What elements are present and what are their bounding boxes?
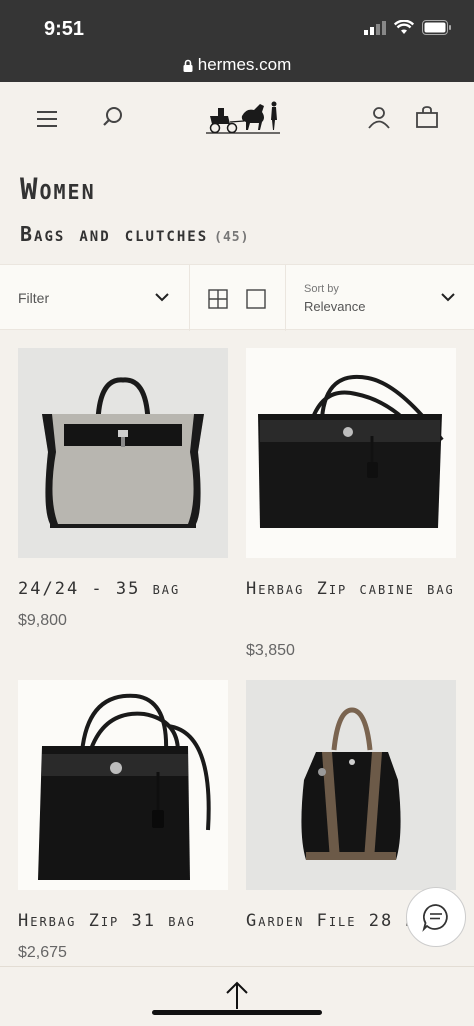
menu-button[interactable] (30, 102, 64, 136)
product-price: $9,800 (18, 612, 67, 629)
filter-label: Filter (18, 290, 50, 306)
home-indicator (152, 1010, 322, 1015)
product-image[interactable] (246, 680, 456, 890)
arrow-up-icon (226, 981, 248, 1009)
grid-view-icon[interactable] (208, 289, 228, 309)
browser-top-bar: 9:51 hermes.com (0, 0, 474, 82)
search-button[interactable] (96, 100, 130, 134)
product-count: (45) (214, 230, 250, 245)
category-name: Bags and clutches (20, 222, 209, 246)
chat-button[interactable] (406, 887, 466, 947)
shopping-bag-icon (416, 106, 438, 128)
product-price: $2,675 (18, 944, 67, 961)
sort-value: Relevance (304, 299, 366, 314)
filter-bar: Filter Sort by Relevance (0, 264, 474, 331)
site-header (0, 82, 474, 154)
scroll-top-button[interactable] (222, 979, 252, 1013)
lock-icon (183, 59, 193, 73)
bag-image (42, 377, 204, 528)
bottom-bar (0, 966, 474, 1026)
product-name[interactable]: Herbag Zip 31 bag (18, 906, 244, 936)
product-image[interactable] (246, 348, 456, 558)
search-icon (103, 107, 122, 126)
status-icons (364, 20, 452, 35)
product-image[interactable] (18, 680, 228, 890)
url-bar[interactable]: hermes.com (0, 55, 474, 75)
signal-icon (364, 20, 386, 35)
hermes-logo[interactable] (204, 94, 282, 142)
product-image[interactable] (18, 348, 228, 558)
logo (206, 101, 280, 134)
url-text: hermes.com (197, 55, 292, 74)
filter-dropdown[interactable]: Filter (0, 265, 190, 331)
product-name[interactable]: Herbag Zip cabine bag (246, 574, 472, 604)
account-icon (368, 107, 390, 129)
chevron-down-icon (441, 293, 455, 302)
chevron-down-icon (155, 293, 169, 302)
battery-icon (422, 20, 451, 35)
account-button[interactable] (362, 100, 396, 134)
product-name[interactable]: 24/24 - 35 bag (18, 574, 244, 604)
bag-image (301, 707, 401, 860)
chat-icon (422, 904, 448, 932)
single-view-icon[interactable] (246, 289, 266, 309)
wifi-icon (394, 20, 414, 34)
product-price: $3,850 (246, 642, 295, 659)
page-title: Women (20, 172, 96, 206)
cart-button[interactable] (410, 100, 444, 134)
bag-image (38, 693, 211, 880)
sort-dropdown[interactable]: Sort by Relevance (286, 265, 474, 331)
status-time: 9:51 (44, 18, 85, 40)
view-toggle (190, 265, 286, 331)
menu-icon (37, 111, 57, 127)
bag-image (258, 374, 444, 528)
sort-label: Sort by (304, 283, 339, 295)
category-subtitle: Bags and clutches (45) (20, 222, 249, 246)
